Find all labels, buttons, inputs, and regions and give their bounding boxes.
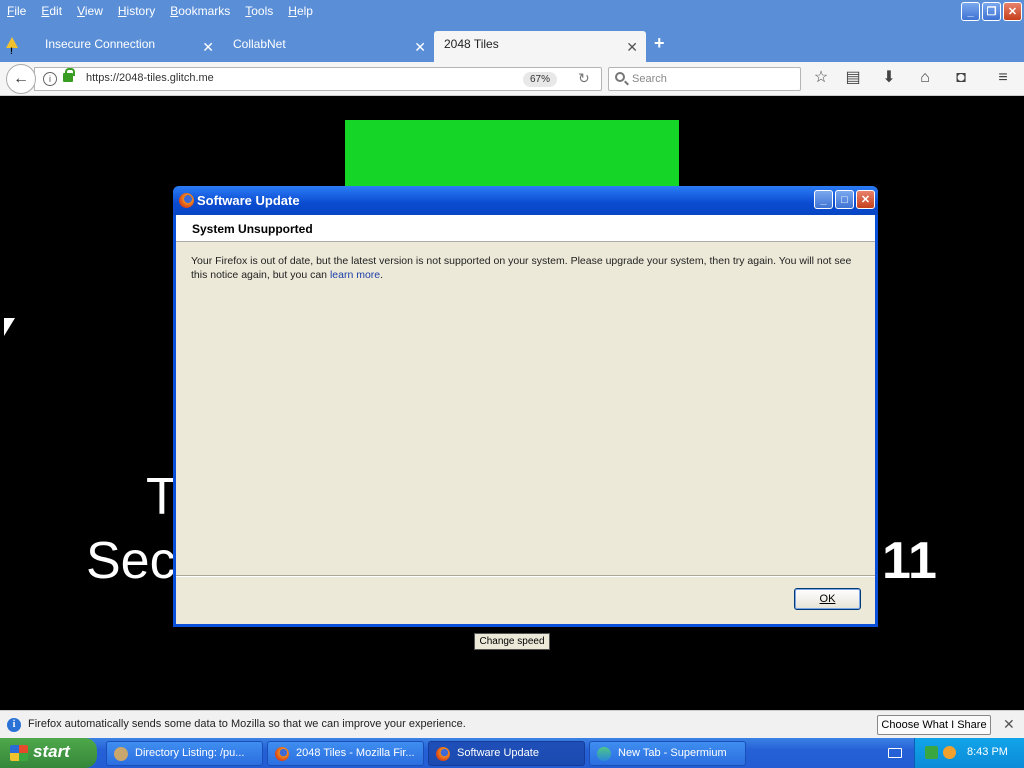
system-tray: 8:43 PM: [914, 738, 1024, 768]
dialog-header: System Unsupported: [176, 215, 875, 242]
lock-icon[interactable]: [63, 68, 75, 82]
close-notification-icon[interactable]: ✕: [1003, 716, 1015, 733]
dialog-maximize-button[interactable]: □: [835, 190, 854, 209]
windows-logo-icon: [10, 745, 28, 761]
close-tab-icon[interactable]: ✕: [626, 34, 638, 60]
ok-button[interactable]: OK: [794, 588, 861, 610]
page-text-sec: Sec: [86, 532, 176, 590]
zoom-badge[interactable]: 67%: [523, 72, 557, 87]
downloads-icon[interactable]: ⬇: [879, 68, 899, 88]
menu-history[interactable]: History: [111, 0, 163, 22]
dialog-window-controls: _ □ ✕: [814, 190, 875, 209]
tab-label: 2048 Tiles: [444, 37, 499, 51]
change-speed-button[interactable]: Change speed: [474, 633, 550, 650]
tab-label: CollabNet: [233, 37, 286, 51]
info-icon: i: [7, 718, 21, 732]
keyboard-icon[interactable]: [888, 748, 902, 758]
learn-more-link[interactable]: learn more: [330, 269, 380, 281]
taskbar-item-label: Directory Listing: /pu...: [135, 747, 245, 759]
menu-edit[interactable]: Edit: [34, 0, 70, 22]
taskbar-item-label: New Tab - Supermium: [618, 747, 727, 759]
menu-help[interactable]: Help: [281, 0, 321, 22]
tab-label: Insecure Connection: [45, 37, 156, 51]
menu-tools[interactable]: Tools: [238, 0, 281, 22]
info-icon[interactable]: i: [43, 72, 57, 86]
menu-bar: File Edit View History Bookmarks Tools H…: [0, 0, 1024, 22]
taskbar: start Directory Listing: /pu... 2048 Til…: [0, 738, 1024, 768]
search-placeholder: Search: [632, 73, 667, 85]
search-input[interactable]: Search: [608, 67, 801, 91]
ok-button-label: OK: [819, 593, 836, 605]
clock[interactable]: 8:43 PM: [967, 746, 1008, 758]
dialog-body: System Unsupported Your Firefox is out o…: [176, 215, 875, 624]
notification-text: Firefox automatically sends some data to…: [28, 718, 466, 730]
close-window-button[interactable]: ✕: [1003, 2, 1022, 21]
home-icon[interactable]: ⌂: [915, 68, 935, 88]
menu-file[interactable]: File: [0, 0, 34, 22]
taskbar-item-supermium[interactable]: New Tab - Supermium: [589, 741, 746, 766]
close-tab-icon[interactable]: ✕: [202, 34, 214, 60]
folder-icon: [114, 747, 128, 761]
search-icon: [615, 72, 625, 82]
dialog-separator: [176, 575, 875, 577]
network-icon[interactable]: [925, 746, 938, 759]
dialog-message-text: Your Firefox is out of date, but the lat…: [191, 255, 852, 281]
taskbar-item-label: Software Update: [457, 747, 539, 759]
dialog-message: Your Firefox is out of date, but the lat…: [191, 254, 863, 282]
restore-button[interactable]: ❐: [982, 2, 1001, 21]
new-tab-icon[interactable]: +: [654, 33, 665, 54]
minimize-button[interactable]: _: [961, 2, 980, 21]
firefox-icon: [179, 193, 194, 208]
start-label: start: [33, 742, 70, 761]
choose-what-i-share-button[interactable]: Choose What I Share: [877, 715, 991, 735]
taskbar-item-software-update[interactable]: Software Update: [428, 741, 585, 766]
reload-icon[interactable]: ↻: [578, 70, 590, 87]
menu-bookmarks[interactable]: Bookmarks: [163, 0, 238, 22]
taskbar-item-firefox[interactable]: 2048 Tiles - Mozilla Fir...: [267, 741, 424, 766]
dialog-message-end: .: [380, 269, 384, 281]
pocket-icon[interactable]: ◘: [951, 68, 971, 88]
firefox-icon: [275, 747, 289, 761]
warning-icon: [6, 37, 18, 64]
tab-collabnet[interactable]: CollabNet ✕: [222, 31, 434, 62]
dialog-title: Software Update: [197, 193, 300, 208]
mouse-cursor-icon: [4, 318, 15, 336]
url-bar[interactable]: i https://2048-tiles.glitch.me 67% ↻: [34, 67, 602, 91]
window-controls: _ ❐ ✕: [961, 2, 1022, 21]
dialog-heading: System Unsupported: [192, 222, 313, 236]
search-tray-icon[interactable]: [943, 746, 956, 759]
dialog-title-bar[interactable]: Software Update _ □ ✕: [173, 186, 878, 215]
url-text[interactable]: https://2048-tiles.glitch.me: [86, 72, 214, 84]
dialog-minimize-button[interactable]: _: [814, 190, 833, 209]
back-arrow-icon: ←: [13, 70, 29, 87]
supermium-icon: [597, 747, 611, 761]
notification-bar: i Firefox automatically sends some data …: [0, 710, 1024, 738]
firefox-icon: [436, 747, 450, 761]
reading-list-icon[interactable]: ▤: [843, 68, 863, 88]
close-tab-icon[interactable]: ✕: [414, 34, 426, 60]
hamburger-menu-icon[interactable]: ≡: [993, 68, 1013, 88]
green-tile: [345, 120, 679, 186]
taskbar-item-label: 2048 Tiles - Mozilla Fir...: [296, 747, 415, 759]
software-update-dialog: Software Update _ □ ✕ System Unsupported…: [173, 186, 878, 627]
start-button[interactable]: start: [0, 738, 97, 768]
page-text-11: 11: [882, 532, 937, 590]
tab-strip: Insecure Connection ✕ CollabNet ✕ 2048 T…: [0, 22, 1024, 64]
taskbar-item-directory-listing[interactable]: Directory Listing: /pu...: [106, 741, 263, 766]
back-button[interactable]: ←: [6, 64, 36, 94]
tab-2048-tiles[interactable]: 2048 Tiles ✕: [434, 31, 646, 62]
nav-bar: i https://2048-tiles.glitch.me 67% ↻ ← S…: [0, 62, 1024, 96]
bookmark-star-icon[interactable]: ☆: [811, 68, 831, 88]
tab-insecure-connection[interactable]: Insecure Connection ✕: [0, 31, 222, 64]
menu-view[interactable]: View: [70, 0, 111, 22]
dialog-close-button[interactable]: ✕: [856, 190, 875, 209]
